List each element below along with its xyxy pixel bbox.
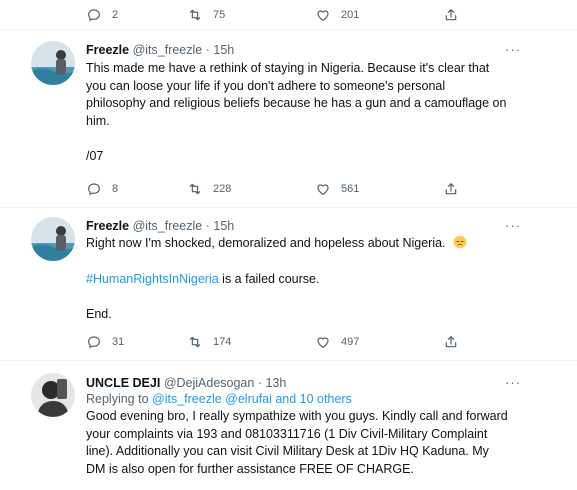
reply-icon (88, 9, 100, 22)
heart-icon (317, 337, 329, 349)
avatar-image (31, 373, 75, 417)
retweet-button[interactable]: 174 (187, 333, 231, 351)
tweet-line: line). Additionally you can visit Civil … (86, 444, 489, 458)
reply-icon (88, 336, 100, 349)
tweet-feed: 2 75 201 Freezle @its_freezle · 15h ··· … (0, 0, 577, 490)
reply-count: 8 (112, 183, 119, 195)
retweet-count: 228 (213, 183, 232, 195)
reply-count: 2 (112, 9, 119, 21)
tweet-line: Good evening bro, I really sympathize wi… (86, 409, 508, 423)
like-count: 497 (341, 336, 360, 348)
avatar[interactable] (31, 41, 75, 85)
heart-icon (317, 184, 329, 196)
tweet-text: This made me have a rethink of staying i… (86, 60, 535, 166)
tweet-header: Freezle @its_freezle · 15h (86, 218, 535, 234)
avatar[interactable] (31, 373, 75, 417)
user-handle[interactable]: @its_freezle (133, 43, 203, 57)
retweet-count: 174 (213, 336, 232, 348)
share-button[interactable] (443, 333, 469, 351)
heart-icon (317, 10, 329, 22)
tweet-line: philosophy and religious beliefs because… (86, 96, 507, 110)
tweet-line: Right now I'm shocked, demoralized and h… (86, 235, 535, 253)
tweet-line-text: Right now I'm shocked, demoralized and h… (86, 236, 446, 250)
timestamp[interactable]: 15h (213, 219, 234, 233)
reply-button[interactable]: 8 (86, 180, 118, 198)
tweet-line: you can loose your life if you don't adh… (86, 78, 446, 93)
reply-button[interactable]: 2 (86, 6, 118, 24)
display-name[interactable]: Freezle (86, 219, 129, 233)
pensive-face-emoji (453, 235, 467, 249)
tweet-line: End. (86, 307, 112, 321)
timestamp[interactable]: 15h (213, 43, 234, 57)
thread-counter: /07 (86, 149, 104, 163)
like-button[interactable]: 497 (315, 333, 359, 351)
display-name[interactable]: Freezle (86, 43, 129, 57)
share-icon (445, 336, 457, 348)
reply-tweet[interactable]: UNCLE DEJI @DejiAdesogan · 13h ··· Reply… (0, 361, 577, 490)
reply-count: 31 (112, 336, 125, 348)
user-handle[interactable]: @its_freezle (133, 219, 203, 233)
tweet-line: This made me have a rethink of staying i… (86, 61, 490, 75)
more-options-icon[interactable]: ··· (505, 375, 521, 390)
like-button[interactable]: 201 (315, 6, 359, 24)
tweet-text: Good evening bro, I really sympathize wi… (86, 408, 535, 478)
tweet[interactable]: Freezle @its_freezle · 15h ··· Right now… (0, 208, 577, 361)
tweet-line: #HumanRightsInNigeria is a failed course… (86, 271, 535, 289)
user-handle[interactable]: @DejiAdesogan (164, 376, 255, 390)
avatar-image (31, 217, 75, 261)
action-bar: 2 75 201 (86, 6, 457, 24)
replying-to-label: Replying to (86, 392, 153, 406)
replying-to-users-link[interactable]: @its_freezle @elrufai and 10 others (152, 392, 352, 406)
avatar[interactable] (31, 217, 75, 261)
tweet-header: UNCLE DEJI @DejiAdesogan · 13h (86, 375, 535, 391)
tweet-line-text: is a failed course. (218, 271, 320, 286)
display-name[interactable]: UNCLE DEJI (86, 376, 160, 390)
previous-tweet-actions: 2 75 201 (0, 0, 577, 30)
tweet-header: Freezle @its_freezle · 15h (86, 42, 535, 58)
action-bar: 8 228 561 (86, 180, 457, 198)
share-button[interactable] (443, 180, 469, 198)
share-icon (445, 9, 457, 21)
share-icon (445, 183, 457, 195)
tweet-line: your complaints via 193 and 08103311716 … (86, 426, 488, 441)
retweet-icon (189, 183, 201, 195)
tweet-line: him. (86, 113, 110, 128)
tweet-text: Right now I'm shocked, demoralized and h… (86, 235, 535, 324)
share-button[interactable] (443, 6, 469, 24)
timestamp[interactable]: 13h (265, 376, 286, 390)
separator-dot: · (257, 376, 262, 390)
like-count: 201 (341, 9, 360, 21)
like-count: 561 (341, 183, 360, 195)
more-options-icon[interactable]: ··· (505, 42, 521, 57)
retweet-icon (189, 336, 201, 348)
separator-dot: · (205, 219, 210, 233)
tweet[interactable]: Freezle @its_freezle · 15h ··· This made… (0, 30, 577, 208)
retweet-button[interactable]: 75 (187, 6, 225, 24)
more-options-icon[interactable]: ··· (505, 218, 521, 233)
retweet-button[interactable]: 228 (187, 180, 231, 198)
replying-to: Replying to @its_freezle @elrufai and 10… (86, 391, 535, 408)
tweet-line: DM is also open for further assistance F… (86, 461, 414, 476)
avatar-image (31, 41, 75, 85)
reply-button[interactable]: 31 (86, 333, 124, 351)
reply-icon (88, 183, 100, 196)
hashtag-link[interactable]: #HumanRightsInNigeria (86, 272, 219, 286)
retweet-icon (189, 9, 201, 21)
action-bar: 31 174 497 (86, 333, 457, 351)
like-button[interactable]: 561 (315, 180, 359, 198)
retweet-count: 75 (213, 9, 226, 21)
separator-dot: · (205, 43, 210, 57)
